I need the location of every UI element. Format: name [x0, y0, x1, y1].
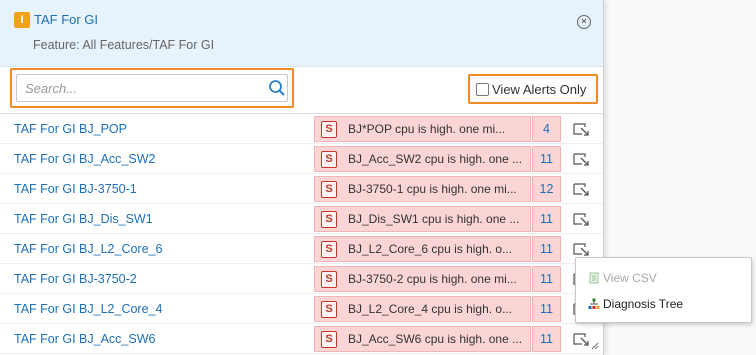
- open-details-icon[interactable]: [573, 151, 591, 167]
- panel-header: I TAF For GI Feature: All Features/TAF F…: [0, 0, 603, 67]
- alert-count[interactable]: 11: [532, 236, 561, 262]
- open-details-icon[interactable]: [573, 121, 591, 137]
- resize-handle-icon[interactable]: [591, 342, 599, 350]
- severity-badge: S: [321, 211, 337, 228]
- menu-item-label: Diagnosis Tree: [603, 297, 684, 311]
- row-divider: [0, 353, 603, 354]
- search-icon[interactable]: [268, 79, 286, 97]
- csv-file-icon: [589, 272, 599, 284]
- open-details-icon[interactable]: [573, 181, 591, 197]
- alerts-panel: I TAF For GI Feature: All Features/TAF F…: [0, 0, 604, 355]
- menu-item-label: View CSV: [603, 271, 657, 285]
- severity-badge: S: [321, 301, 337, 318]
- alert-message: BJ-3750-1 cpu is high. one mi...: [348, 182, 517, 196]
- alert-message: BJ_Acc_SW6 cpu is high. one ...: [348, 332, 523, 346]
- list-item: TAF For GI BJ_L2_Core_6 S BJ_L2_Core_6 cpu…: [0, 234, 603, 264]
- search-highlight: [10, 68, 294, 108]
- open-details-icon[interactable]: [573, 241, 591, 257]
- alert-message: BJ_L2_Core_4 cpu is high. o...: [348, 302, 513, 316]
- alert-count[interactable]: 11: [532, 326, 561, 352]
- alert-message: BJ-3750-2 cpu is high. one mi...: [348, 272, 517, 286]
- alert-cell[interactable]: S BJ-3750-2 cpu is high. one mi...: [314, 266, 531, 292]
- open-details-icon[interactable]: [573, 331, 591, 347]
- alert-message: BJ_Acc_SW2 cpu is high. one ...: [348, 152, 523, 166]
- list-item: TAF For GI BJ_Acc_SW6 S BJ_Acc_SW6 cpu is …: [0, 324, 603, 354]
- device-link[interactable]: TAF For GI BJ_L2_Core_4: [14, 302, 162, 316]
- alert-count[interactable]: 11: [532, 266, 561, 292]
- search-input[interactable]: [16, 74, 288, 102]
- list-item: TAF For GI BJ-3750-1 S BJ-3750-1 cpu is hi…: [0, 174, 603, 204]
- alert-cell[interactable]: S BJ-3750-1 cpu is high. one mi...: [314, 176, 531, 202]
- tree-icon: [588, 298, 600, 309]
- close-icon[interactable]: ✕: [577, 15, 591, 29]
- list-item: TAF For GI BJ_POP S BJ*POP cpu is high. on…: [0, 114, 603, 144]
- alert-count[interactable]: 11: [532, 206, 561, 232]
- alert-message: BJ_L2_Core_6 cpu is high. o...: [348, 242, 513, 256]
- context-menu: View CSV Diagnosis Tree: [575, 257, 752, 323]
- panel-title: TAF For GI: [34, 12, 99, 27]
- severity-badge: S: [321, 121, 337, 138]
- alert-count[interactable]: 4: [532, 116, 561, 142]
- view-alerts-label[interactable]: View Alerts Only: [492, 82, 586, 97]
- alert-count[interactable]: 12: [532, 176, 561, 202]
- alert-count[interactable]: 11: [532, 146, 561, 172]
- device-link[interactable]: TAF For GI BJ_Dis_SW1: [14, 212, 153, 226]
- view-alerts-checkbox[interactable]: [476, 83, 489, 96]
- severity-badge: S: [321, 331, 337, 348]
- list-item: TAF For GI BJ-3750-2 S BJ-3750-2 cpu is hi…: [0, 264, 603, 294]
- device-link[interactable]: TAF For GI BJ_Acc_SW2: [14, 152, 155, 166]
- device-link[interactable]: TAF For GI BJ-3750-1: [14, 182, 137, 196]
- device-link[interactable]: TAF For GI BJ_Acc_SW6: [14, 332, 155, 346]
- alert-count[interactable]: 11: [532, 296, 561, 322]
- panel-subtitle: Feature: All Features/TAF For GI: [33, 38, 215, 52]
- alert-cell[interactable]: S BJ_Acc_SW6 cpu is high. one ...: [314, 326, 531, 352]
- list-item: TAF For GI BJ_Dis_SW1 S BJ_Dis_SW1 cpu is …: [0, 204, 603, 234]
- severity-badge: S: [321, 151, 337, 168]
- device-link[interactable]: TAF For GI BJ-3750-2: [14, 272, 137, 286]
- device-link[interactable]: TAF For GI BJ_POP: [14, 122, 127, 136]
- alert-message: BJ_Dis_SW1 cpu is high. one ...: [348, 212, 520, 226]
- open-details-icon[interactable]: [573, 211, 591, 227]
- info-badge-icon: I: [14, 12, 30, 28]
- alert-cell[interactable]: S BJ_Acc_SW2 cpu is high. one ...: [314, 146, 531, 172]
- device-link[interactable]: TAF For GI BJ_L2_Core_6: [14, 242, 162, 256]
- alert-cell[interactable]: S BJ_L2_Core_6 cpu is high. o...: [314, 236, 531, 262]
- severity-badge: S: [321, 241, 337, 258]
- severity-badge: S: [321, 181, 337, 198]
- alert-cell[interactable]: S BJ_L2_Core_4 cpu is high. o...: [314, 296, 531, 322]
- alert-cell[interactable]: S BJ_Dis_SW1 cpu is high. one ...: [314, 206, 531, 232]
- list-item: TAF For GI BJ_Acc_SW2 S BJ_Acc_SW2 cpu is …: [0, 144, 603, 174]
- severity-badge: S: [321, 271, 337, 288]
- alert-message: BJ*POP cpu is high. one mi...: [348, 122, 506, 136]
- view-alerts-highlight: View Alerts Only: [468, 74, 598, 104]
- list-item: TAF For GI BJ_L2_Core_4 S BJ_L2_Core_4 cpu…: [0, 294, 603, 324]
- alert-cell[interactable]: S BJ*POP cpu is high. one mi...: [314, 116, 531, 142]
